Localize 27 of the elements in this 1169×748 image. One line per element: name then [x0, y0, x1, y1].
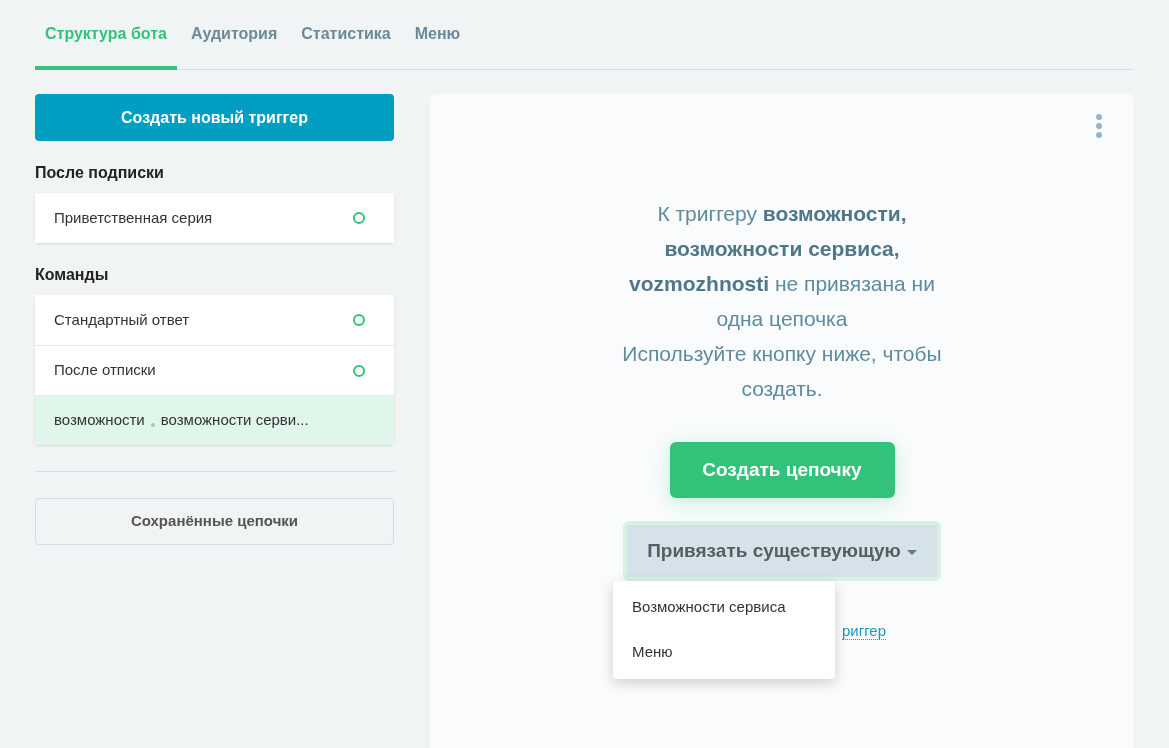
- hint-text: Используйте кнопку ниже, чтобы создать.: [621, 341, 943, 402]
- dropdown-option[interactable]: Возможности сервиса: [613, 585, 835, 630]
- trigger-item[interactable]: Приветственная серия: [35, 193, 394, 243]
- dropdown-option[interactable]: Меню: [613, 630, 835, 675]
- trigger-item[interactable]: После отписки: [35, 345, 394, 395]
- tab[interactable]: Статистика: [291, 20, 401, 70]
- status-ring-icon: [353, 212, 365, 224]
- section-title: Команды: [35, 265, 110, 285]
- saved-chains-button[interactable]: Сохранённые цепочки: [35, 498, 394, 545]
- create-trigger-button[interactable]: Создать новый триггер: [35, 94, 394, 141]
- empty-message: К триггеру возможности, возможности сервиса, vozmozhnosti не привязана ни одна цепочка: [628, 201, 936, 332]
- more-menu-icon[interactable]: [1096, 114, 1102, 138]
- trigger-name: После отписки: [54, 360, 156, 381]
- trigger-link[interactable]: риггер: [842, 622, 887, 640]
- trigger-item[interactable]: возможности возможности серви...: [35, 395, 394, 445]
- tab[interactable]: Аудитория: [180, 20, 288, 70]
- status-ring-icon: [353, 314, 365, 326]
- trigger-name: возможности серви...: [160, 410, 309, 431]
- caret-icon: [906, 550, 917, 555]
- status-ring-icon: [353, 364, 365, 377]
- tab[interactable]: Меню: [404, 20, 471, 70]
- section-title: После подписки: [35, 163, 165, 183]
- attach-dropdown-button[interactable]: Привязать существующую: [623, 521, 941, 581]
- trigger-name: Стандартный ответ: [54, 309, 190, 330]
- trigger-name: возможности: [54, 410, 145, 431]
- trigger-item[interactable]: Стандартный ответ: [35, 295, 394, 345]
- trigger-name: Приветственная серия: [54, 207, 213, 228]
